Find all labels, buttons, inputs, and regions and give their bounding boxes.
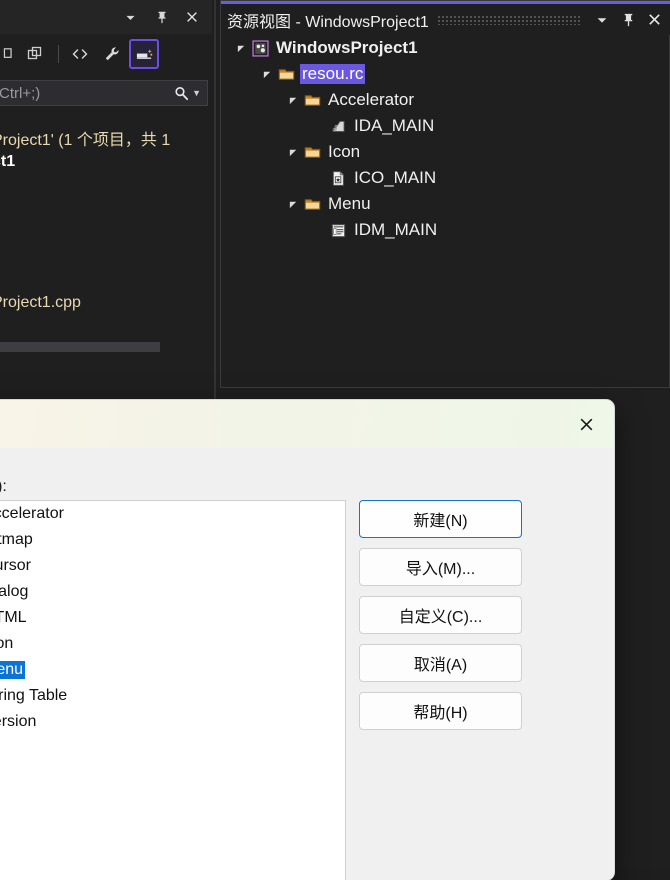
dialog-button[interactable]: 新建(N) (359, 500, 522, 538)
resource-tree-item-label: resou.rc (300, 64, 365, 84)
folder-icon (275, 63, 297, 85)
menu-res-icon (327, 219, 349, 241)
solution-explorer-titlebar (0, 0, 212, 34)
search-dropdown-icon[interactable]: ▼ (192, 88, 207, 98)
add-resource-dialog: 加资源 源类型(T): Accelerator Bitmap Cursor Dialo… (0, 400, 614, 880)
folder-icon (301, 141, 323, 163)
resource-type-item-label: Icon (0, 635, 15, 653)
resource-tree-item[interactable]: ICO_MAIN (311, 165, 438, 191)
resource-tree-item[interactable]: Accelerator (285, 87, 416, 113)
project-icon (249, 37, 271, 59)
chevron-down-icon[interactable] (120, 7, 140, 27)
resource-type-item[interactable]: ablString Table (0, 683, 345, 709)
source-file-row[interactable]: Project1.cpp (0, 294, 81, 312)
panel-title: 资源视图 - WindowsProject1 (221, 8, 429, 32)
solution-explorer-panel: Ctrl+;) ▼ Project1' (1 个项目，共 1 ct1 Proje… (0, 0, 213, 368)
dialog-button[interactable]: 导入(M)... (359, 548, 522, 586)
pin-icon[interactable] (615, 7, 641, 33)
scrollbar-thumb[interactable] (0, 342, 160, 352)
resource-view-panel: 资源视图 - WindowsProject1 WindowsProject1 re… (220, 0, 670, 388)
chevron-down-icon[interactable] (589, 7, 615, 33)
drag-handle[interactable] (437, 15, 581, 25)
expander-collapse-icon[interactable] (285, 191, 301, 217)
resource-tree-item-label: Icon (326, 142, 362, 162)
resource-type-item-label: Cursor (0, 557, 33, 575)
dialog-button-column: 新建(N) 导入(M)... 自定义(C)... 取消(A) 帮助(H) (359, 500, 529, 740)
expander-collapse-icon[interactable] (285, 87, 301, 113)
dialog-button[interactable]: 帮助(H) (359, 692, 522, 730)
expander-collapse-icon[interactable] (259, 61, 275, 87)
folder-icon (301, 193, 323, 215)
icon-res-icon (327, 167, 349, 189)
resource-type-item[interactable]: Cursor (0, 553, 345, 579)
close-icon[interactable] (641, 7, 667, 33)
resource-tree-item-label: ICO_MAIN (352, 168, 438, 188)
search-input[interactable]: Ctrl+;) ▼ (0, 80, 208, 106)
code-brackets-icon[interactable] (65, 39, 95, 69)
expander-collapse-icon[interactable] (233, 35, 249, 61)
resource-type-item[interactable]: Bitmap (0, 527, 345, 553)
solution-summary-row[interactable]: Project1' (1 个项目，共 1 (0, 126, 170, 150)
dialog-titlebar: 加资源 (0, 400, 614, 448)
home-icon[interactable] (0, 39, 18, 69)
project-row[interactable]: ct1 (0, 153, 15, 171)
close-icon[interactable] (182, 7, 202, 27)
resource-tree-item[interactable]: Menu (285, 191, 373, 217)
panel-bottom-strip (0, 354, 212, 368)
resource-tree-item-label: WindowsProject1 (274, 38, 420, 58)
resource-tree-item-label: Accelerator (326, 90, 416, 110)
search-placeholder-text: Ctrl+;) (0, 85, 173, 102)
resource-type-item[interactable]: Dialog (0, 579, 345, 605)
resource-type-item[interactable]: Accelerator (0, 501, 345, 527)
copy-stack-icon[interactable] (20, 39, 50, 69)
resource-tree-item[interactable]: IDM_MAIN (311, 217, 439, 243)
expander-spacer (311, 165, 327, 191)
resource-tree-item[interactable]: IDA_MAIN (311, 113, 436, 139)
resource-type-item[interactable]: HTML (0, 605, 345, 631)
resource-tree-item-label: Menu (326, 194, 373, 214)
resource-tree-item[interactable]: Icon (285, 139, 362, 165)
resource-type-item[interactable]: Menu (0, 657, 345, 683)
resource-type-item-label: Dialog (0, 583, 30, 601)
solution-explorer-tree: Project1' (1 个项目，共 1 ct1 Project1.cpp (0, 112, 212, 340)
resource-type-label: 源类型(T): (0, 472, 7, 496)
resource-type-list[interactable]: Accelerator Bitmap Cursor Dialog HTML Icon Men… (0, 500, 346, 880)
resource-tree-item-label: IDM_MAIN (352, 220, 439, 240)
expander-spacer (311, 113, 327, 139)
resource-type-item-label: Version (0, 713, 38, 731)
dialog-button[interactable]: 取消(A) (359, 644, 522, 682)
resource-type-item-label: Accelerator (0, 505, 66, 523)
pin-icon[interactable] (152, 7, 172, 27)
resource-type-item[interactable]: 1.0Version (0, 709, 345, 735)
resource-type-item-label: String Table (0, 687, 69, 705)
toolbar-divider (58, 45, 59, 63)
expander-collapse-icon[interactable] (285, 139, 301, 165)
folder-icon (301, 89, 323, 111)
resource-tree-item-label: IDA_MAIN (352, 116, 436, 136)
resource-tree-item[interactable]: resou.rc (259, 61, 365, 87)
dialog-body: 源类型(T): Accelerator Bitmap Cursor Dialog HTM… (0, 448, 614, 880)
accelerator-icon (327, 115, 349, 137)
solution-explorer-toolbar (0, 34, 212, 74)
resource-type-item[interactable]: Icon (0, 631, 345, 657)
properties-icon[interactable] (129, 39, 159, 69)
expander-spacer (311, 217, 327, 243)
resource-type-item-label: HTML (0, 609, 29, 627)
resource-view-titlebar: 资源视图 - WindowsProject1 (221, 4, 670, 35)
search-icon[interactable] (173, 85, 192, 102)
resource-tree: WindowsProject1 resou.rc Accelerator IDA_MA… (221, 35, 669, 375)
resource-tree-item[interactable]: WindowsProject1 (233, 35, 420, 61)
resource-type-item-label: Menu (0, 661, 25, 679)
dialog-button[interactable]: 自定义(C)... (359, 596, 522, 634)
resource-type-item-label: Bitmap (0, 531, 35, 549)
close-icon[interactable] (558, 400, 614, 448)
horizontal-scrollbar[interactable] (0, 340, 205, 354)
wrench-icon[interactable] (97, 39, 127, 69)
